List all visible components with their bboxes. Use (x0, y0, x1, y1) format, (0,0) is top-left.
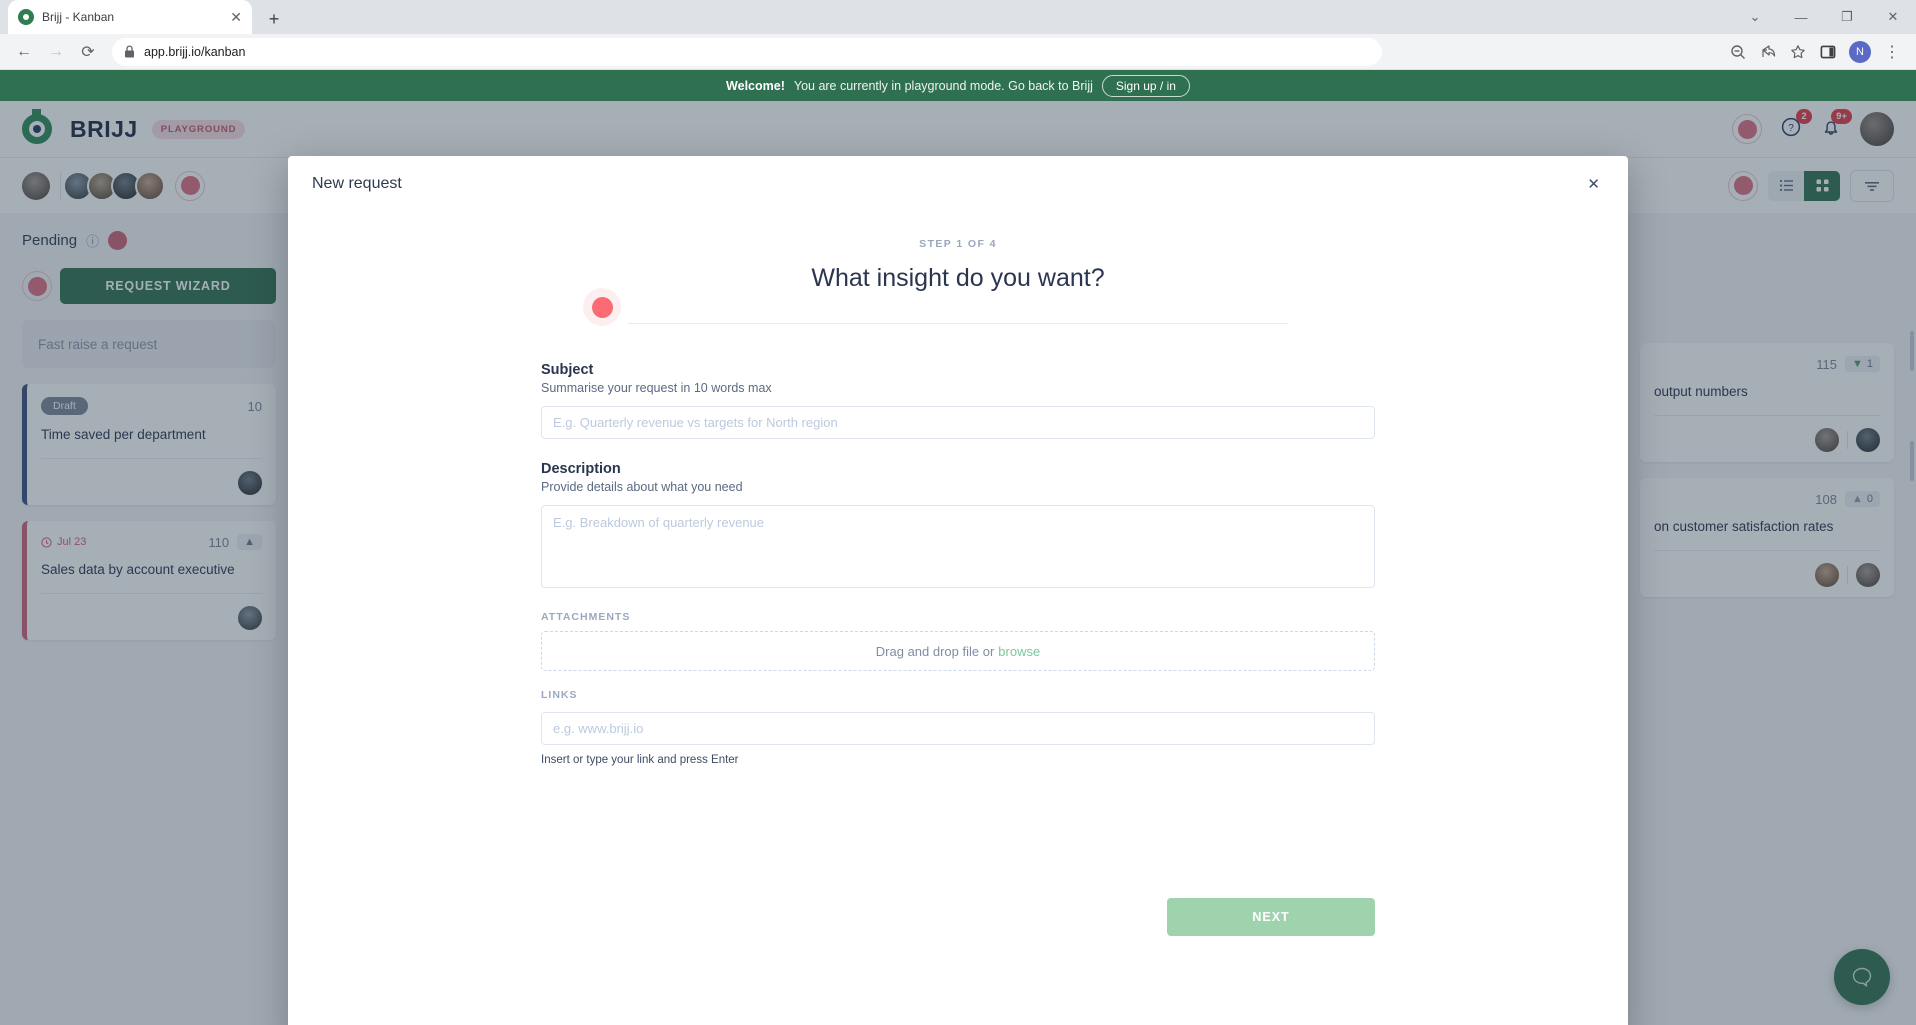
cursor-marker-modal (583, 288, 621, 326)
new-request-form: Subject Summarise your request in 10 wor… (541, 362, 1375, 766)
links-group: LINKS Insert or type your link and press… (541, 689, 1375, 766)
brijj-favicon-icon (18, 9, 34, 25)
share-icon[interactable] (1754, 38, 1782, 66)
profile-avatar[interactable]: N (1849, 40, 1871, 63)
divider (628, 323, 1288, 324)
close-modal-icon[interactable]: ✕ (1581, 171, 1606, 198)
bookmark-star-icon[interactable] (1784, 38, 1812, 66)
chevron-down-icon[interactable]: ⌄ (1732, 0, 1778, 34)
reload-icon[interactable]: ⟳ (74, 38, 102, 66)
toolbar-actions: N ⋮ (1724, 38, 1906, 66)
banner-greeting: Welcome! (726, 78, 785, 93)
address-bar-url: app.brijj.io/kanban (144, 44, 246, 59)
lock-icon (125, 45, 134, 58)
browser-toolbar: ← → ⟳ app.brijj.io/kanban N ⋮ (0, 34, 1916, 70)
step-question: What insight do you want? (811, 264, 1105, 292)
address-bar[interactable]: app.brijj.io/kanban (112, 37, 1382, 66)
links-hint: Insert or type your link and press Enter (541, 754, 739, 766)
banner-text: You are currently in playground mode. Go… (793, 78, 1093, 93)
step-heading-row: What insight do you want? (288, 264, 1628, 326)
dropzone-text: Drag and drop file or (875, 643, 995, 659)
window-controls: ⌄ — ❐ ✕ (1732, 0, 1916, 34)
new-request-modal: New request ✕ STEP 1 OF 4 What insight d… (288, 156, 1628, 1025)
attachments-group: ATTACHMENTS Drag and drop file or browse (541, 611, 1375, 671)
back-icon[interactable]: ← (10, 38, 38, 66)
page: Welcome! You are currently in playground… (0, 70, 1916, 1025)
browser-menu-icon[interactable]: ⋮ (1878, 38, 1906, 66)
new-tab-button[interactable]: + (262, 10, 286, 28)
modal-body: STEP 1 OF 4 What insight do you want? Su… (288, 238, 1628, 958)
links-label: LINKS (541, 689, 578, 701)
subject-hint: Summarise your request in 10 words max (541, 381, 772, 395)
subject-label: Subject (541, 362, 594, 378)
description-hint: Provide details about what you need (541, 480, 743, 494)
modal-footer: NEXT (541, 838, 1375, 958)
modal-header: New request ✕ (288, 156, 1628, 212)
subject-input[interactable] (541, 406, 1375, 439)
links-input[interactable] (541, 712, 1375, 745)
maximize-window-button[interactable]: ❐ (1824, 0, 1870, 34)
zoom-out-icon[interactable] (1724, 38, 1752, 66)
description-field-group: Description Provide details about what y… (541, 461, 1375, 593)
sign-up-in-button[interactable]: Sign up / in (1101, 74, 1190, 97)
close-tab-icon[interactable]: ✕ (230, 10, 242, 24)
forward-icon[interactable]: → (42, 38, 70, 66)
browse-files-link[interactable]: browse (998, 644, 1040, 659)
step-indicator: STEP 1 OF 4 (919, 238, 997, 250)
attachments-dropzone[interactable]: Drag and drop file or browse (541, 631, 1375, 671)
modal-title: New request (312, 175, 402, 192)
side-panel-icon[interactable] (1814, 38, 1842, 66)
next-button[interactable]: NEXT (1167, 898, 1375, 936)
playground-banner: Welcome! You are currently in playground… (0, 70, 1916, 101)
close-window-button[interactable]: ✕ (1870, 0, 1916, 34)
browser-tab-title: Brijj - Kanban (42, 10, 115, 24)
description-textarea[interactable] (541, 505, 1375, 588)
description-label: Description (541, 461, 621, 477)
subject-field-group: Subject Summarise your request in 10 wor… (541, 362, 1375, 439)
browser-tab-strip: Brijj - Kanban ✕ + ⌄ — ❐ ✕ (0, 0, 1916, 34)
attachments-label: ATTACHMENTS (541, 611, 631, 623)
minimize-window-button[interactable]: — (1778, 0, 1824, 34)
browser-tab[interactable]: Brijj - Kanban ✕ (8, 0, 252, 34)
